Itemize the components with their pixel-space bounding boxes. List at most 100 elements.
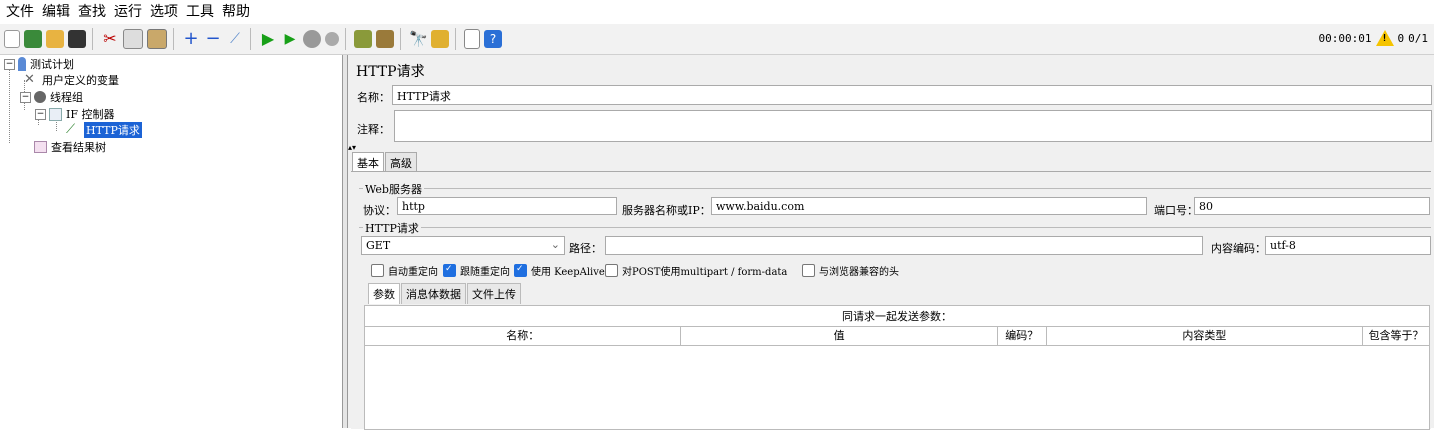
copy-icon[interactable] xyxy=(123,29,143,49)
tree-item-label: 测试计划 xyxy=(30,58,74,71)
menu-tools[interactable]: 工具 xyxy=(186,1,214,21)
browser-headers-checkbox[interactable]: 与浏览器兼容的头 xyxy=(802,263,899,278)
tab-parameters[interactable]: 参数 xyxy=(368,283,400,304)
auto-redirect-checkbox[interactable]: 自动重定向 xyxy=(371,263,438,278)
clear-all-icon[interactable] xyxy=(376,30,394,48)
checkbox-label: 跟随重定向 xyxy=(460,267,510,278)
checkbox-box xyxy=(443,264,456,277)
new-icon[interactable] xyxy=(4,30,20,48)
help-icon[interactable]: ? xyxy=(484,30,502,48)
parameters-table: 同请求一起发送参数： 名称： 值 编码？ 内容类型 包含等于？ xyxy=(364,305,1430,430)
collapse-toggle-icon[interactable]: − xyxy=(35,108,46,120)
templates-icon[interactable] xyxy=(24,30,42,48)
toolbar-separator xyxy=(173,28,174,50)
menu-help[interactable]: 帮助 xyxy=(222,1,250,21)
server-field[interactable]: www.baidu.com xyxy=(711,197,1147,215)
tree-line xyxy=(9,65,10,143)
stop-icon[interactable] xyxy=(303,30,321,48)
keepalive-checkbox[interactable]: 使用 KeepAlive xyxy=(514,263,605,278)
search-icon[interactable]: 🔭 xyxy=(409,30,428,48)
controller-icon xyxy=(49,107,62,121)
toolbar-separator xyxy=(92,28,93,50)
open-icon[interactable] xyxy=(46,30,64,48)
toolbar-separator xyxy=(250,28,251,50)
tree-item-results-tree[interactable]: 查看结果树 xyxy=(34,139,106,155)
collapse-icon[interactable]: − xyxy=(204,30,222,48)
protocol-field[interactable]: http xyxy=(397,197,617,215)
port-field[interactable]: 80 xyxy=(1194,197,1430,215)
toolbar-separator xyxy=(400,28,401,50)
column-header-include-equals[interactable]: 包含等于？ xyxy=(1363,327,1429,345)
start-no-pause-icon[interactable]: ▶ xyxy=(281,30,299,48)
encoding-field[interactable]: utf-8 xyxy=(1265,236,1431,255)
gear-icon xyxy=(34,91,46,103)
column-header-name[interactable]: 名称： xyxy=(365,327,682,345)
comment-label: 注释： xyxy=(357,123,390,136)
menu-edit[interactable]: 编辑 xyxy=(42,1,70,21)
column-header-content-type[interactable]: 内容类型 xyxy=(1047,327,1364,345)
status-area: 00:00:01 ! 0 0/1 xyxy=(1319,30,1428,46)
menu-file[interactable]: 文件 xyxy=(6,1,34,21)
tree-item-if-controller[interactable]: − IF 控制器 xyxy=(35,106,114,122)
protocol-label: 协议： xyxy=(363,204,396,217)
column-header-value[interactable]: 值 xyxy=(681,327,998,345)
tree-item-user-variables[interactable]: ✕ 用户定义的变量 xyxy=(24,72,119,88)
warning-icon[interactable]: ! xyxy=(1375,30,1394,46)
tree-item-http-request[interactable]: ⟋ HTTP请求 xyxy=(66,122,142,138)
save-icon[interactable] xyxy=(68,30,86,48)
shutdown-icon[interactable] xyxy=(325,32,339,46)
checkbox-box xyxy=(605,264,618,277)
tab-basic[interactable]: 基本 xyxy=(352,152,384,173)
checkbox-label: 对POST使用multipart / form-data xyxy=(622,267,788,278)
config-tabs: 基本 高级 xyxy=(352,152,418,173)
tree-item-label: 线程组 xyxy=(50,91,83,104)
reset-search-icon[interactable] xyxy=(431,30,449,48)
menu-options[interactable]: 选项 xyxy=(150,1,178,21)
results-tree-icon xyxy=(34,141,47,153)
method-select[interactable]: GET ⌄ xyxy=(361,236,565,255)
checkbox-box xyxy=(514,264,527,277)
warning-count: 0 xyxy=(1397,31,1405,45)
function-helper-icon[interactable] xyxy=(464,29,480,49)
collapse-toggle-icon[interactable]: − xyxy=(20,91,31,103)
menu-search[interactable]: 查找 xyxy=(78,1,106,21)
start-icon[interactable]: ▶ xyxy=(259,30,277,48)
checkbox-label: 与浏览器兼容的头 xyxy=(819,267,899,278)
collapse-toggle-icon[interactable]: − xyxy=(4,58,15,70)
multipart-checkbox[interactable]: 对POST使用multipart / form-data xyxy=(605,263,787,278)
checkbox-label: 使用 KeepAlive xyxy=(531,267,605,278)
checkbox-box xyxy=(371,264,384,277)
toggle-icon[interactable]: ⟋ xyxy=(226,30,244,48)
menu-run[interactable]: 运行 xyxy=(114,1,142,21)
tab-advanced[interactable]: 高级 xyxy=(385,152,417,173)
thread-count: 0/1 xyxy=(1408,31,1428,45)
cut-icon[interactable]: ✂ xyxy=(101,30,119,48)
name-field[interactable]: HTTP请求 xyxy=(392,85,1432,105)
http-request-panel: HTTP请求 名称： HTTP请求 注释： ▴▾ 基本 高级 Web服务器 协议… xyxy=(348,55,1434,430)
toolbar: ✂ + − ⟋ ▶ ▶ 🔭 ? xyxy=(0,24,1434,55)
tab-file-upload[interactable]: 文件上传 xyxy=(467,283,521,304)
follow-redirects-checkbox[interactable]: 跟随重定向 xyxy=(443,263,510,278)
server-label: 服务器名称或IP： xyxy=(622,204,711,217)
tree-item-thread-group[interactable]: − 线程组 xyxy=(20,89,83,105)
collapse-arrows-icon[interactable]: ▴▾ xyxy=(348,143,356,152)
expand-icon[interactable]: + xyxy=(182,30,200,48)
tree-item-label: 用户定义的变量 xyxy=(42,74,119,87)
web-server-legend: Web服务器 xyxy=(363,181,424,197)
comment-field[interactable] xyxy=(394,110,1432,142)
menu-bar: 文件 编辑 查找 运行 选项 工具 帮助 xyxy=(0,0,1434,22)
tab-body-data[interactable]: 消息体数据 xyxy=(401,283,466,304)
wrench-icon: ✕ xyxy=(24,72,35,87)
path-field[interactable] xyxy=(605,236,1203,255)
column-header-encode[interactable]: 编码？ xyxy=(998,327,1047,345)
name-label: 名称： xyxy=(357,91,390,104)
tree-item-test-plan[interactable]: − 测试计划 xyxy=(4,56,74,72)
clear-icon[interactable] xyxy=(354,30,372,48)
test-plan-icon xyxy=(18,57,26,71)
paste-icon[interactable] xyxy=(147,29,167,49)
test-plan-tree: − 测试计划 ✕ 用户定义的变量 − 线程组 − IF 控制器 ⟋ HTTP请求… xyxy=(0,55,342,428)
table-header: 名称： 值 编码？ 内容类型 包含等于？ xyxy=(365,326,1429,346)
method-value: GET xyxy=(366,239,391,252)
tree-item-label: HTTP请求 xyxy=(84,122,142,138)
table-caption: 同请求一起发送参数： xyxy=(842,310,952,323)
